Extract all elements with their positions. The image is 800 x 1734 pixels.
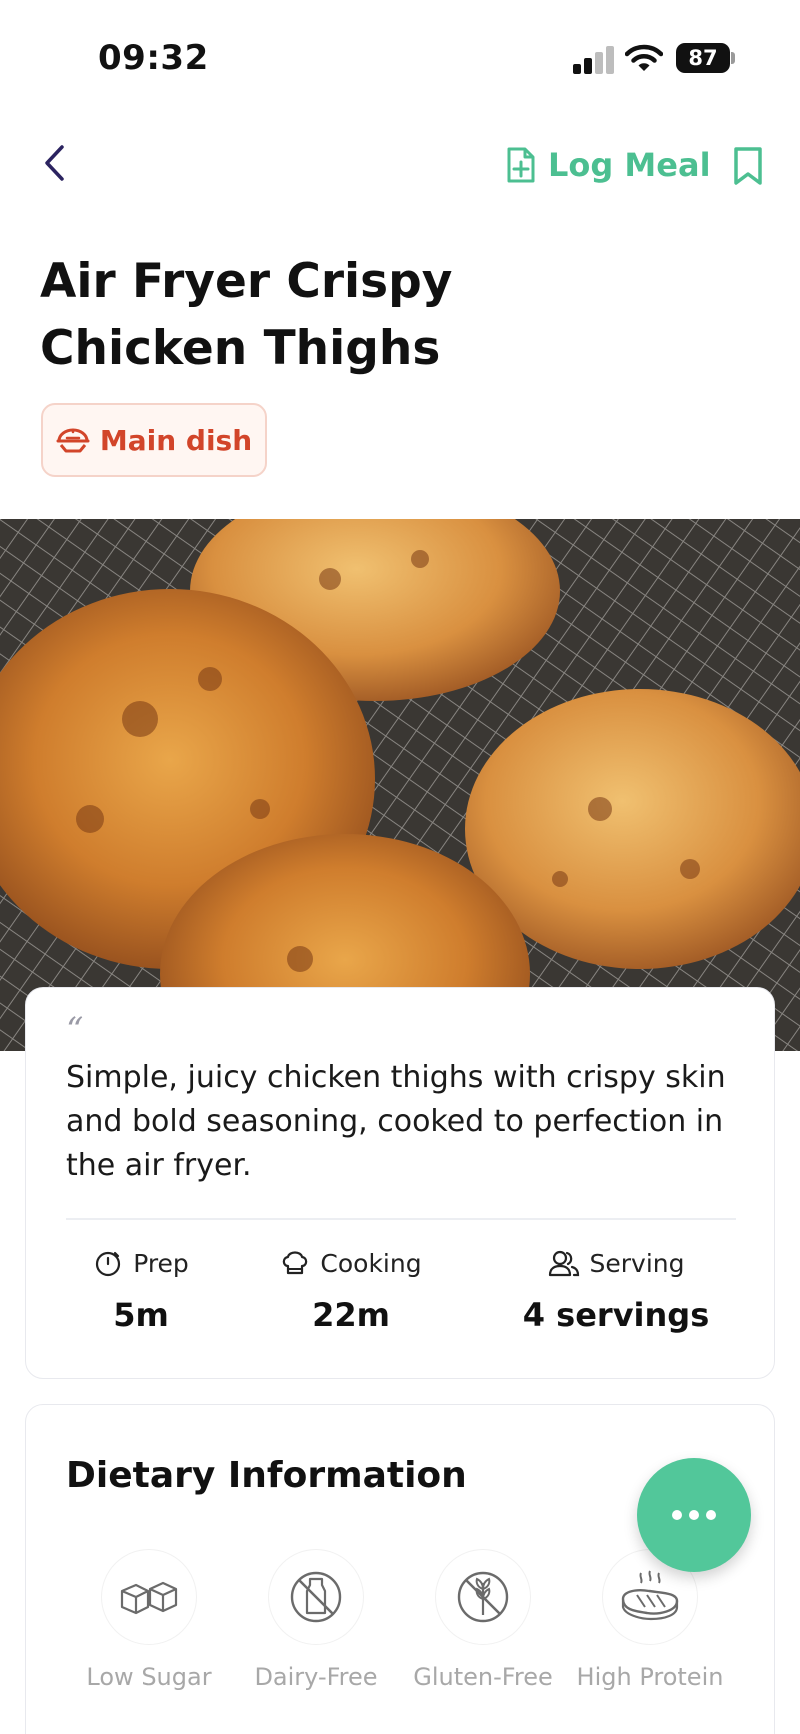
sugar-cubes-icon [120,1581,178,1615]
more-dots-icon [672,1510,716,1520]
category-label: Main dish [99,423,253,457]
top-nav: Log Meal [0,130,800,200]
battery-icon: 87 [676,43,730,73]
recipe-description: Simple, juicy chicken thighs with crispy… [66,1060,726,1183]
no-wheat-icon [457,1571,509,1623]
stat-prep-label: Prep [133,1248,189,1278]
battery-tip [731,52,735,64]
dietary-title: Dietary Information [66,1455,467,1496]
stat-cooking-value: 22m [312,1296,390,1334]
more-actions-button[interactable] [637,1458,751,1572]
chef-hat-icon [283,1251,308,1275]
category-tag[interactable]: Main dish [41,403,267,477]
recipe-photo [0,519,800,1051]
dietary-label: Low Sugar [86,1663,212,1691]
cellular-signal-icon [573,44,615,74]
dietary-card: Dietary Information Low Sugar Dairy-Free [25,1404,775,1734]
bookmark-button[interactable] [728,144,768,188]
no-milk-icon [290,1571,342,1623]
stat-prep: Prep 5m [66,1246,216,1334]
log-meal-button[interactable]: Log Meal [506,142,711,188]
bookmark-icon [734,147,762,185]
recipe-title-line1: Air Fryer Crispy [40,254,453,309]
divider [66,1218,736,1220]
chevron-left-icon [45,145,64,181]
stat-serving: Serving 4 servings [506,1246,726,1335]
dish-icon [56,428,90,453]
dietary-label: Gluten-Free [413,1663,553,1691]
users-icon [548,1250,579,1277]
timer-icon [96,1251,121,1277]
log-meal-label: Log Meal [548,146,711,184]
stat-cooking-label: Cooking [320,1248,422,1278]
recipe-title-line2: Chicken Thighs [40,321,441,376]
status-time: 09:32 [98,38,209,78]
dietary-label: High Protein [576,1663,724,1691]
status-bar: 09:32 87 [0,0,800,110]
battery-level: 87 [688,46,718,70]
stat-prep-value: 5m [113,1296,169,1334]
steak-icon [621,1570,679,1621]
stat-serving-value: 4 servings [522,1296,710,1334]
dietary-item-dairy-free[interactable]: Dairy-Free [241,1549,391,1691]
dietary-label: Dairy-Free [254,1663,378,1691]
stat-cooking: Cooking 22m [266,1246,436,1334]
stat-serving-label: Serving [589,1248,685,1278]
wifi-icon [625,44,663,71]
description-card: “ Simple, juicy chicken thighs with cris… [25,987,775,1379]
document-plus-icon [507,147,535,183]
dietary-item-gluten-free[interactable]: Gluten-Free [408,1549,558,1691]
quote-mark: “ [66,1010,84,1050]
recipe-title: Air Fryer Crispy Chicken Thighs [40,248,560,382]
dietary-item-low-sugar[interactable]: Low Sugar [74,1549,224,1691]
back-button[interactable] [34,140,74,186]
